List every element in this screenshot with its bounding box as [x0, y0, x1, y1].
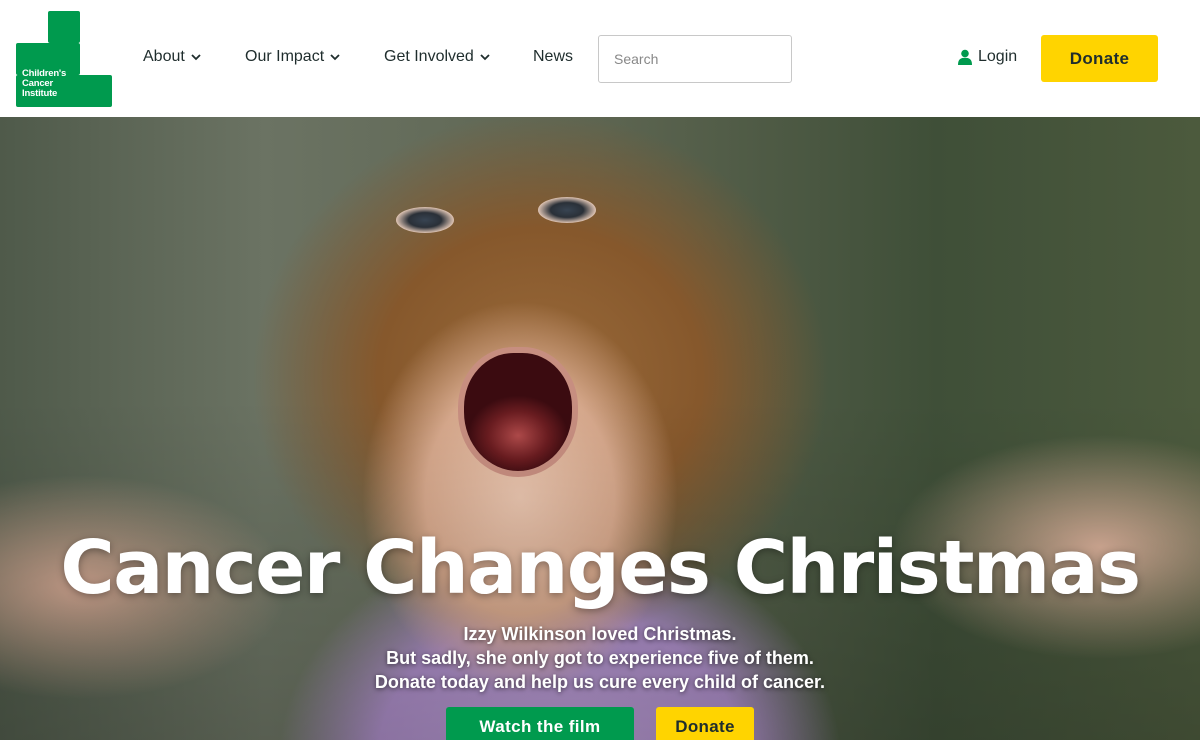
nav-item-label: Get Involved	[384, 48, 474, 65]
hero-subtitle-line: Izzy Wilkinson loved Christmas.	[463, 624, 737, 644]
login-label: Login	[978, 48, 1018, 65]
logo-text-line: Institute	[22, 88, 58, 99]
nav-item-news[interactable]: News	[533, 48, 573, 66]
chevron-down-icon	[480, 54, 490, 61]
donate-button[interactable]: Donate	[1041, 35, 1158, 82]
hero-subtitle-line: Donate today and help us cure every chil…	[374, 672, 826, 692]
hero-subtitle-line: But sadly, she only got to experience fi…	[386, 648, 814, 668]
site-header: Children's Cancer Institute About Our Im…	[0, 0, 1200, 117]
hero-subtitle: Izzy Wilkinson loved Christmas. But sadl…	[0, 622, 1200, 694]
nav-item-about[interactable]: About	[143, 48, 202, 66]
nav-item-label: About	[143, 48, 185, 65]
login-link[interactable]: Login	[958, 48, 1017, 66]
logo[interactable]: Children's Cancer Institute	[16, 11, 112, 107]
user-icon	[958, 49, 972, 65]
nav-item-our-impact[interactable]: Our Impact	[245, 48, 341, 66]
search-input[interactable]	[598, 35, 792, 83]
logo-text: Children's Cancer Institute	[22, 69, 82, 99]
logo-block	[48, 11, 80, 43]
hero-title: Cancer Changes Christmas	[60, 525, 1141, 611]
nav-item-get-involved[interactable]: Get Involved	[384, 48, 491, 66]
watch-film-button[interactable]: Watch the film	[446, 707, 634, 740]
chevron-down-icon	[330, 54, 340, 61]
chevron-down-icon	[191, 54, 201, 61]
hero-donate-button[interactable]: Donate	[656, 707, 754, 740]
nav-item-label: Our Impact	[245, 48, 325, 65]
hero-banner: Cancer Changes Christmas Izzy Wilkinson …	[0, 117, 1200, 740]
nav-item-label: News	[533, 48, 574, 65]
